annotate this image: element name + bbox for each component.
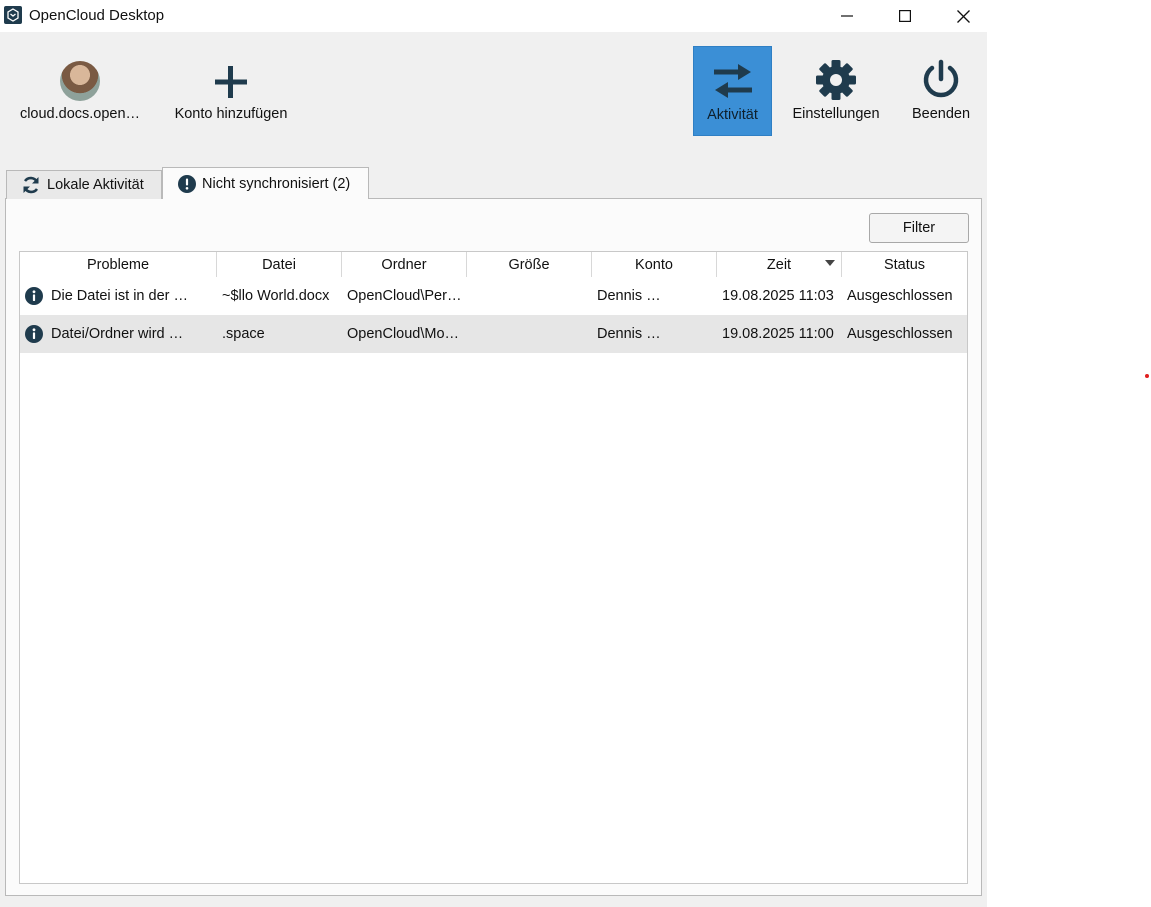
sort-descending-icon bbox=[825, 260, 835, 266]
activity-label: Aktivität bbox=[707, 107, 758, 123]
maximize-icon bbox=[899, 10, 911, 22]
problem-cell: Die Datei ist in der … bbox=[25, 277, 215, 315]
problem-text: Datei/Ordner wird … bbox=[51, 326, 184, 342]
title-bar: OpenCloud Desktop bbox=[0, 0, 987, 32]
problem-cell: Datei/Ordner wird … bbox=[25, 315, 215, 353]
gear-icon bbox=[816, 60, 856, 100]
table-header: Probleme Datei Ordner Größe Konto Zeit S… bbox=[20, 252, 967, 278]
maximize-button[interactable] bbox=[877, 0, 933, 32]
column-header-status[interactable]: Status bbox=[842, 252, 967, 277]
tab-not-synchronized[interactable]: Nicht synchronisiert (2) bbox=[162, 167, 369, 199]
file-cell: .space bbox=[222, 326, 265, 342]
size-cell bbox=[472, 315, 590, 353]
column-header-problems[interactable]: Probleme bbox=[20, 252, 217, 277]
close-button[interactable] bbox=[935, 0, 991, 32]
sync-icon bbox=[23, 176, 39, 194]
folder-cell: OpenCloud\Per… bbox=[347, 288, 462, 304]
minimize-button[interactable] bbox=[819, 0, 875, 32]
folder-cell: OpenCloud\Mo… bbox=[347, 326, 460, 342]
plus-icon bbox=[215, 66, 247, 98]
account-button[interactable]: cloud.docs.open… bbox=[14, 46, 146, 136]
app-window: OpenCloud Desktop cloud.docs.open… Konto… bbox=[0, 0, 987, 907]
settings-button[interactable]: Einstellungen bbox=[786, 46, 886, 136]
add-account-button[interactable]: Konto hinzufügen bbox=[166, 46, 296, 136]
size-cell bbox=[472, 277, 590, 315]
info-icon bbox=[25, 287, 43, 305]
close-icon bbox=[956, 9, 970, 23]
info-icon bbox=[25, 325, 43, 343]
issues-table[interactable]: Probleme Datei Ordner Größe Konto Zeit S… bbox=[19, 251, 968, 884]
account-cell: Dennis … bbox=[597, 326, 661, 342]
tab-local-activity[interactable]: Lokale Aktivität bbox=[6, 170, 162, 199]
table-row[interactable]: Die Datei ist in der … ~$llo World.docx … bbox=[20, 277, 967, 315]
alert-icon bbox=[178, 174, 196, 193]
add-account-label: Konto hinzufügen bbox=[174, 106, 288, 122]
quit-button[interactable]: Beenden bbox=[904, 46, 978, 136]
table-row[interactable]: Datei/Ordner wird … .space OpenCloud\Mo…… bbox=[20, 315, 967, 353]
column-header-time-label: Zeit bbox=[766, 256, 792, 273]
file-cell: ~$llo World.docx bbox=[222, 288, 330, 304]
column-header-file[interactable]: Datei bbox=[217, 252, 342, 277]
app-logo-icon bbox=[4, 6, 22, 24]
status-cell: Ausgeschlossen bbox=[847, 326, 953, 342]
column-header-account[interactable]: Konto bbox=[592, 252, 717, 277]
column-header-time[interactable]: Zeit bbox=[717, 252, 842, 277]
column-header-size[interactable]: Größe bbox=[467, 252, 592, 277]
account-cell: Dennis … bbox=[597, 288, 661, 304]
settings-label: Einstellungen bbox=[792, 106, 880, 122]
time-cell: 19.08.2025 11:03 bbox=[722, 288, 834, 304]
time-cell: 19.08.2025 11:00 bbox=[722, 326, 834, 342]
tab-not-synchronized-label: Nicht synchronisiert (2) bbox=[202, 175, 351, 192]
column-header-folder[interactable]: Ordner bbox=[342, 252, 467, 277]
power-icon bbox=[923, 59, 959, 98]
cursor-dot bbox=[1145, 374, 1149, 378]
avatar bbox=[60, 61, 100, 101]
problem-text: Die Datei ist in der … bbox=[51, 288, 188, 304]
activity-button[interactable]: Aktivität bbox=[693, 46, 772, 136]
tab-local-activity-label: Lokale Aktivität bbox=[47, 177, 144, 193]
quit-label: Beenden bbox=[911, 106, 971, 122]
filter-button[interactable]: Filter bbox=[869, 213, 969, 243]
minimize-icon bbox=[841, 15, 853, 17]
transfer-arrows-icon bbox=[713, 64, 752, 98]
status-cell: Ausgeschlossen bbox=[847, 288, 953, 304]
window-title: OpenCloud Desktop bbox=[29, 7, 165, 24]
account-label: cloud.docs.open… bbox=[19, 106, 141, 122]
